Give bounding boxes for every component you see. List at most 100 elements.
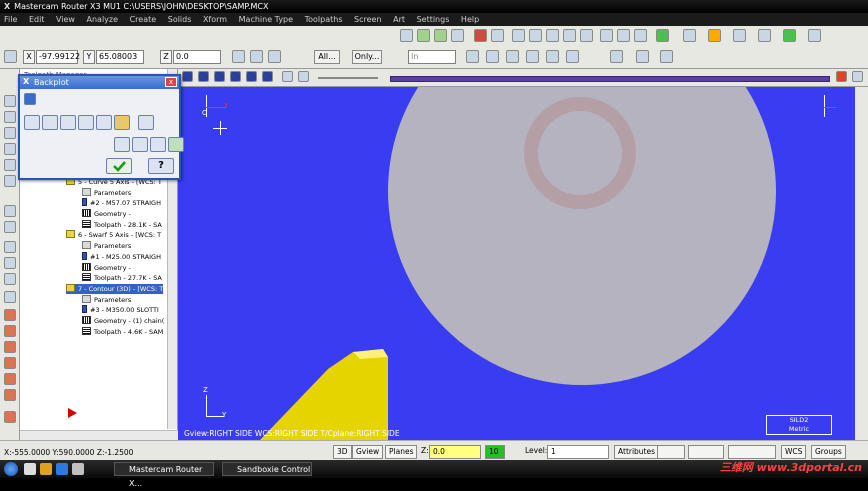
ok-button[interactable]	[106, 158, 132, 174]
offset-icon[interactable]	[4, 291, 16, 303]
tree-item[interactable]: Toolpath - 27.7K - SA	[82, 273, 162, 283]
contour-icon[interactable]	[4, 309, 16, 321]
repaint-icon[interactable]	[491, 29, 504, 42]
shade-tool-icon[interactable]	[114, 115, 130, 130]
info-icon[interactable]	[836, 71, 847, 82]
start-button[interactable]	[4, 462, 18, 476]
trail-display-icon[interactable]	[132, 137, 148, 152]
tree-item[interactable]: Geometry - (1) chain(	[82, 316, 164, 326]
menu-xform[interactable]: Xform	[203, 15, 227, 24]
tree-item[interactable]: Toolpath - 28.1K - SA	[82, 219, 162, 230]
translate-icon[interactable]	[4, 221, 16, 233]
quicklaunch-explorer-icon[interactable]	[24, 463, 36, 475]
z-coordinate-input[interactable]: 0.0	[173, 50, 221, 64]
quicklaunch-folder-icon[interactable]	[40, 463, 52, 475]
select-filter-icon[interactable]	[660, 50, 673, 63]
selection-mode-select[interactable]: In	[408, 50, 456, 64]
display-holder-icon[interactable]	[42, 115, 58, 130]
view-front-icon[interactable]	[434, 29, 447, 42]
taskbar-mastercam[interactable]: Mastercam Router X...	[114, 462, 214, 488]
pocket-icon[interactable]	[4, 325, 16, 337]
rotate-icon[interactable]	[4, 241, 16, 253]
view-top-icon[interactable]	[417, 29, 430, 42]
line-width-select[interactable]	[728, 445, 776, 459]
menu-settings[interactable]: Settings	[417, 15, 450, 24]
chamfer-icon[interactable]	[808, 29, 821, 42]
hide-icon[interactable]	[634, 29, 647, 42]
planes-button[interactable]: Planes	[385, 445, 418, 459]
surface-finish-icon[interactable]	[4, 373, 16, 385]
autocursor-icon[interactable]	[4, 50, 17, 63]
create-line-icon[interactable]	[4, 111, 16, 123]
tree-item[interactable]: Toolpath - 4.6K - SAM	[82, 326, 163, 337]
view-side-icon[interactable]	[451, 29, 464, 42]
ops-horizontal-scrollbar[interactable]	[20, 430, 178, 440]
select-only-button[interactable]: Only...	[352, 50, 382, 64]
gview-button[interactable]: Gview	[352, 445, 384, 459]
step-display-icon[interactable]	[114, 137, 130, 152]
help-info-icon[interactable]	[138, 115, 154, 130]
speed-slider[interactable]	[318, 77, 378, 79]
area-select-icon[interactable]	[546, 50, 559, 63]
menu-view[interactable]: View	[56, 15, 75, 24]
point-style-select[interactable]	[657, 445, 685, 459]
step-back-icon[interactable]	[230, 71, 241, 82]
right-scroll-strip[interactable]	[855, 87, 868, 440]
tree-item[interactable]: Parameters	[82, 187, 131, 198]
z-depth-input[interactable]: 0.0	[429, 445, 481, 459]
shade-icon[interactable]	[600, 29, 613, 42]
close-icon[interactable]: x	[165, 77, 177, 87]
attributes-button[interactable]: Attributes	[614, 445, 660, 459]
wcs-button[interactable]: WCS	[781, 445, 807, 459]
trace-icon[interactable]	[282, 71, 293, 82]
color-toolpath-icon[interactable]	[96, 115, 112, 130]
conditional-stop-icon[interactable]	[298, 71, 309, 82]
screenshot-icon[interactable]	[150, 137, 166, 152]
mirror-icon[interactable]	[4, 257, 16, 269]
menu-screen[interactable]: Screen	[354, 15, 382, 24]
zoom-out-icon[interactable]	[546, 29, 559, 42]
tree-item[interactable]: #2 - M57.07 STRAIGH	[82, 198, 161, 208]
add-icon[interactable]	[656, 29, 669, 42]
tree-item[interactable]: Parameters	[82, 294, 131, 305]
create-point-icon[interactable]	[4, 95, 16, 107]
graphics-window[interactable]: Y C Z Y Gview:RIGHT SIDE WCS:RIGHT SIDE …	[178, 87, 855, 440]
arc-icon[interactable]	[708, 29, 721, 42]
chain-icon[interactable]	[466, 50, 479, 63]
vector-select-icon[interactable]	[566, 50, 579, 63]
select-last-icon[interactable]	[610, 50, 623, 63]
menu-solids[interactable]: Solids	[168, 15, 192, 24]
xform-icon[interactable]	[4, 205, 16, 217]
menu-help[interactable]: Help	[461, 15, 479, 24]
taskbar-sandboxie[interactable]: Sandboxie Control	[222, 462, 312, 476]
help-button[interactable]: ?	[148, 158, 174, 174]
display-entity-icon[interactable]	[78, 115, 94, 130]
zoom-target-icon[interactable]	[580, 29, 593, 42]
level-input[interactable]: 1	[547, 445, 609, 459]
3d-button[interactable]: 3D	[333, 445, 352, 459]
menu-file[interactable]: File	[4, 15, 17, 24]
operation-node[interactable]: 7 - Contour (3D) - [WCS: T	[66, 283, 164, 294]
backplot-title[interactable]: Backplot	[20, 76, 179, 89]
expand-icon[interactable]	[24, 93, 36, 105]
zoom-window-icon[interactable]	[512, 29, 525, 42]
five-axis-icon[interactable]	[4, 411, 16, 423]
save-icon[interactable]	[168, 137, 184, 152]
menu-machine-type[interactable]: Machine Type	[239, 15, 293, 24]
menu-toolpaths[interactable]: Toolpaths	[305, 15, 343, 24]
zoom-in-icon[interactable]	[529, 29, 542, 42]
rewind-icon[interactable]	[214, 71, 225, 82]
tree-item[interactable]: Geometry -	[82, 262, 131, 273]
fast-forward-icon[interactable]	[262, 71, 273, 82]
create-spline-icon[interactable]	[4, 143, 16, 155]
settings-icon[interactable]	[852, 71, 863, 82]
x-coordinate-input[interactable]: -97.99122	[36, 50, 80, 64]
line-style-select[interactable]	[688, 445, 724, 459]
quicklaunch-app-icon[interactable]	[72, 463, 84, 475]
groups-button[interactable]: Groups	[811, 445, 846, 459]
tree-item[interactable]: #1 - M25.00 STRAIGH	[82, 251, 161, 262]
surface-rough-icon[interactable]	[4, 357, 16, 369]
tree-item[interactable]: Geometry -	[82, 209, 131, 219]
polygon-select-icon[interactable]	[506, 50, 519, 63]
tree-item[interactable]: Parameters	[82, 241, 131, 251]
